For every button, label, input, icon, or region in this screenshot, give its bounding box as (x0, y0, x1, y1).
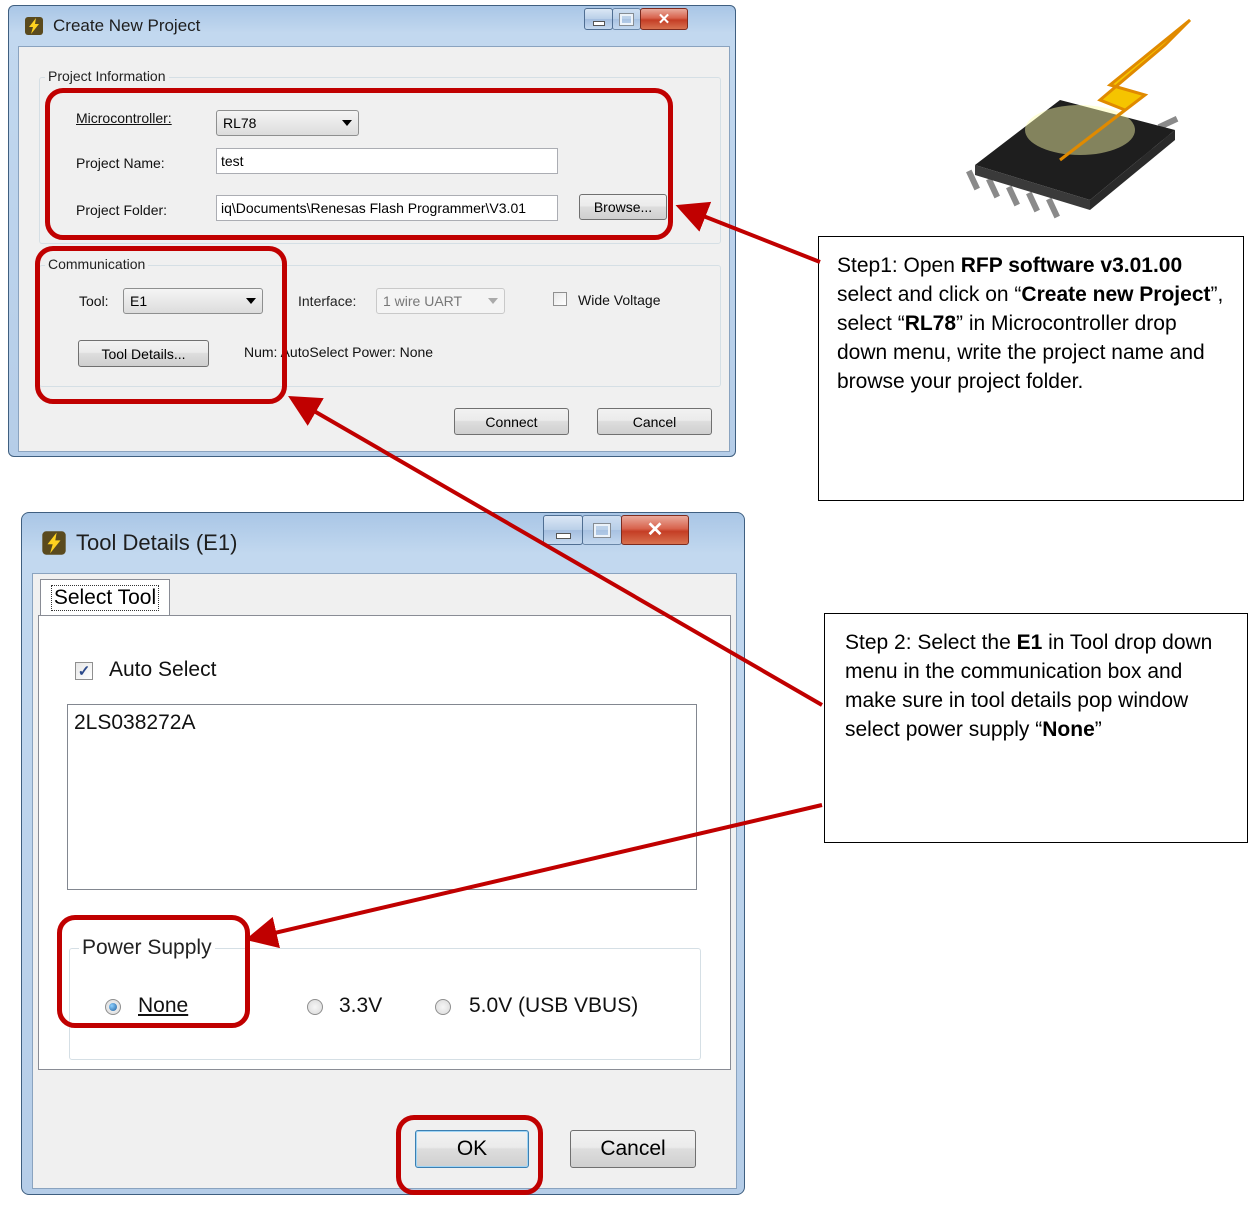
arrow-step1-to-project-info (675, 201, 821, 264)
annotation-arrows (245, 201, 824, 949)
arrow-step2-to-tool-section (288, 395, 824, 707)
arrow-step2-to-power-supply (245, 803, 823, 949)
